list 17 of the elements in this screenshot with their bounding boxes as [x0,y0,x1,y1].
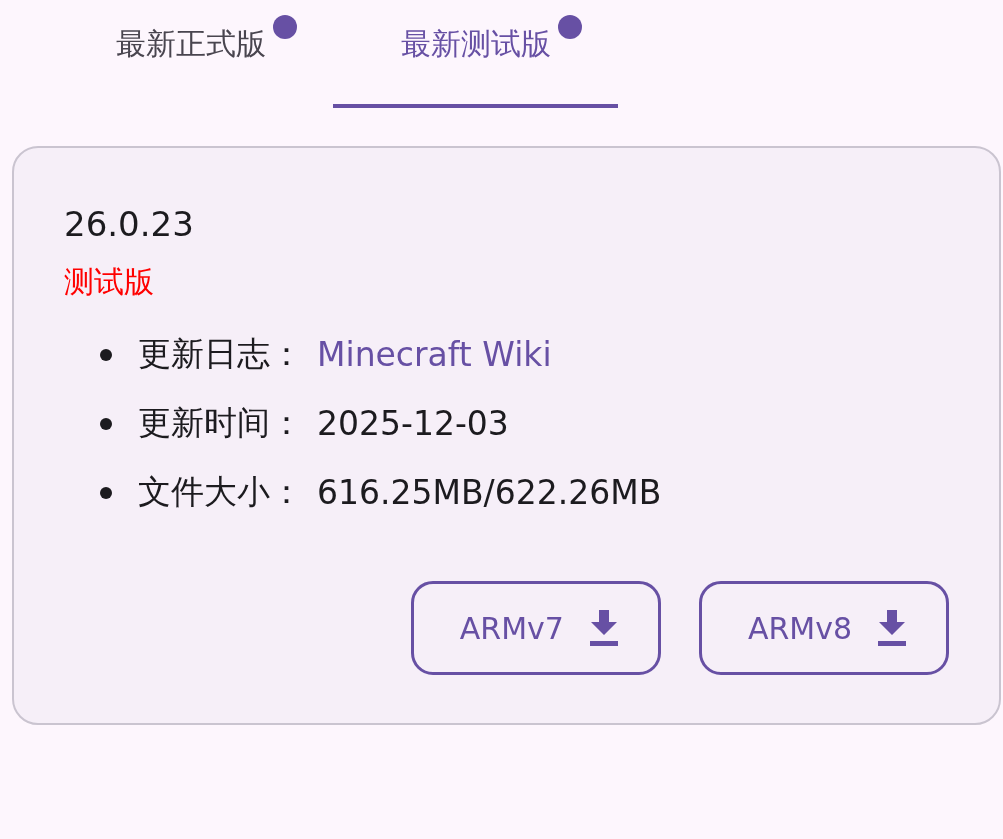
detail-label: 文件大小： [138,471,303,513]
bullet-icon [100,348,112,361]
download-icon [878,610,906,646]
download-button[interactable]: ARMv8 [698,581,949,675]
detail-label: 更新时间： [138,402,303,444]
detail-value: 616.25MB/622.26MB [317,473,662,512]
channel-label: 测试版 [64,263,155,301]
changelog-link[interactable]: Minecraft Wiki [317,335,552,374]
bullet-icon [100,486,112,499]
download-button[interactable]: ARMv7 [410,581,661,675]
download-icon [589,610,618,646]
tab[interactable]: 最新正式版 [48,0,333,108]
version-number: 26.0.23 [64,203,195,246]
detail-value: 2025-12-03 [317,404,509,443]
bullet-icon [100,417,112,430]
detail-label: 更新日志： [138,333,303,375]
tab[interactable]: 最新测试版 [333,0,618,108]
